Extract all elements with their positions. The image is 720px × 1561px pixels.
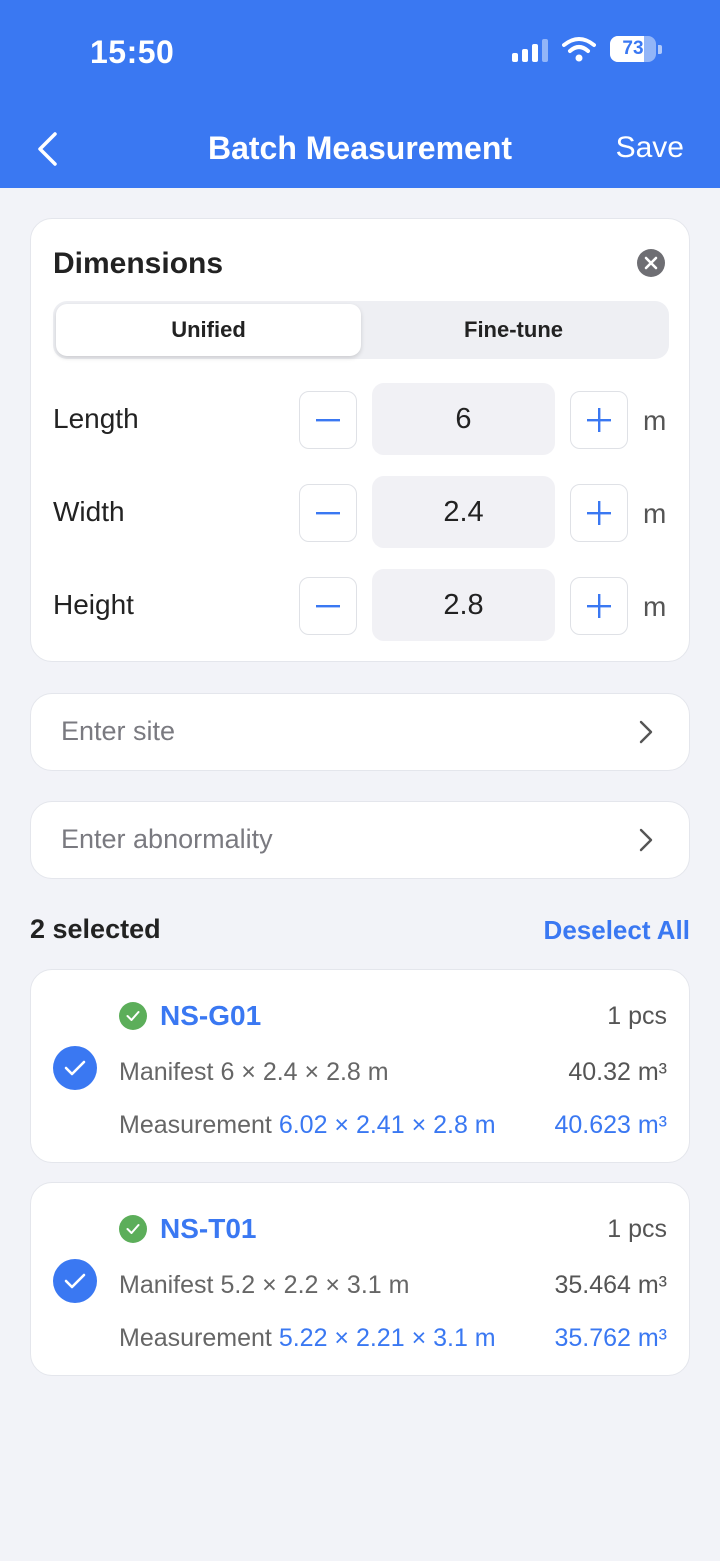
item-code: NS-G01 bbox=[160, 1000, 262, 1031]
manifest-volume: 35.464 m³ bbox=[554, 1271, 667, 1299]
abnormality-placeholder: Enter abnormality bbox=[61, 824, 273, 854]
close-icon[interactable] bbox=[637, 249, 665, 277]
manifest-label: Manifest bbox=[119, 1271, 214, 1299]
plus-icon bbox=[587, 594, 611, 618]
width-unit: m bbox=[643, 498, 667, 529]
height-decrement-button[interactable] bbox=[299, 577, 357, 635]
wifi-icon bbox=[562, 37, 596, 62]
measurement-volume: 35.762 m³ bbox=[554, 1324, 667, 1352]
item-quantity: 1 pcs bbox=[607, 1215, 667, 1243]
width-decrement-button[interactable] bbox=[299, 484, 357, 542]
length-value-field[interactable]: 6 bbox=[372, 383, 555, 455]
manifest-volume: 40.32 m³ bbox=[568, 1058, 667, 1086]
item-card-ns-g01[interactable]: NS-G01 1 pcs Manifest 6 × 2.4 × 2.8 m 40… bbox=[30, 969, 690, 1163]
plus-icon bbox=[587, 408, 611, 432]
length-decrement-button[interactable] bbox=[299, 391, 357, 449]
battery-icon: 73 bbox=[610, 36, 656, 62]
battery-cap bbox=[658, 44, 662, 54]
height-label: Height bbox=[53, 589, 134, 620]
width-increment-button[interactable] bbox=[570, 484, 628, 542]
status-icons: 73 bbox=[512, 36, 662, 62]
length-row: Length 6 m bbox=[31, 383, 691, 455]
chevron-right-icon bbox=[639, 720, 653, 744]
app-header: 15:50 73 Batch Measurement Save bbox=[0, 0, 720, 188]
height-value-field[interactable]: 2.8 bbox=[372, 569, 555, 641]
measurement-line: Measurement 5.22 × 2.21 × 3.1 m bbox=[119, 1324, 496, 1353]
minus-icon bbox=[316, 605, 340, 608]
ok-check-icon bbox=[119, 1215, 147, 1243]
length-unit: m bbox=[643, 405, 667, 436]
measurement-volume: 40.623 m³ bbox=[554, 1111, 667, 1139]
length-increment-button[interactable] bbox=[570, 391, 628, 449]
width-row: Width 2.4 m bbox=[31, 476, 691, 548]
item-code: NS-T01 bbox=[160, 1213, 257, 1244]
measurement-label: Measurement bbox=[119, 1324, 272, 1352]
selected-count: 2 selected bbox=[30, 914, 161, 944]
cellular-signal-icon bbox=[512, 36, 548, 62]
height-unit: m bbox=[643, 591, 667, 622]
ok-check-icon bbox=[119, 1002, 147, 1030]
manifest-dims: 5.2 × 2.2 × 3.1 m bbox=[220, 1271, 410, 1299]
check-circle-icon[interactable] bbox=[53, 1259, 97, 1303]
manifest-line: Manifest 5.2 × 2.2 × 3.1 m bbox=[119, 1271, 409, 1300]
measurement-label: Measurement bbox=[119, 1111, 272, 1139]
chevron-right-icon bbox=[639, 828, 653, 852]
length-label: Length bbox=[53, 403, 139, 434]
tab-unified[interactable]: Unified bbox=[56, 304, 361, 356]
manifest-label: Manifest bbox=[119, 1058, 214, 1086]
site-placeholder: Enter site bbox=[61, 716, 176, 746]
item-quantity: 1 pcs bbox=[607, 1002, 667, 1030]
abnormality-field[interactable]: Enter abnormality bbox=[30, 801, 690, 879]
manifest-line: Manifest 6 × 2.4 × 2.8 m bbox=[119, 1058, 389, 1087]
manifest-dims: 6 × 2.4 × 2.8 m bbox=[220, 1058, 389, 1086]
measurement-line: Measurement 6.02 × 2.41 × 2.8 m bbox=[119, 1111, 496, 1140]
dimensions-card: Dimensions Unified Fine-tune Length 6 m … bbox=[30, 218, 690, 662]
save-button[interactable]: Save bbox=[616, 131, 684, 165]
page-title: Batch Measurement bbox=[207, 130, 513, 166]
height-increment-button[interactable] bbox=[570, 577, 628, 635]
minus-icon bbox=[316, 419, 340, 422]
item-card-ns-t01[interactable]: NS-T01 1 pcs Manifest 5.2 × 2.2 × 3.1 m … bbox=[30, 1182, 690, 1376]
plus-icon bbox=[587, 501, 611, 525]
width-value-field[interactable]: 2.4 bbox=[372, 476, 555, 548]
status-time: 15:50 bbox=[90, 34, 175, 70]
mode-segmented-control: Unified Fine-tune bbox=[53, 301, 669, 359]
site-field[interactable]: Enter site bbox=[30, 693, 690, 771]
measurement-dims: 6.02 × 2.41 × 2.8 m bbox=[278, 1111, 496, 1139]
battery-percent: 73 bbox=[622, 38, 644, 59]
height-row: Height 2.8 m bbox=[31, 569, 691, 641]
width-label: Width bbox=[53, 496, 125, 527]
tab-fine-tune[interactable]: Fine-tune bbox=[361, 304, 666, 356]
check-circle-icon[interactable] bbox=[53, 1046, 97, 1090]
dimensions-title: Dimensions bbox=[53, 247, 224, 280]
deselect-all-button[interactable]: Deselect All bbox=[544, 915, 690, 946]
measurement-dims: 5.22 × 2.21 × 3.1 m bbox=[278, 1324, 496, 1352]
minus-icon bbox=[316, 512, 340, 515]
